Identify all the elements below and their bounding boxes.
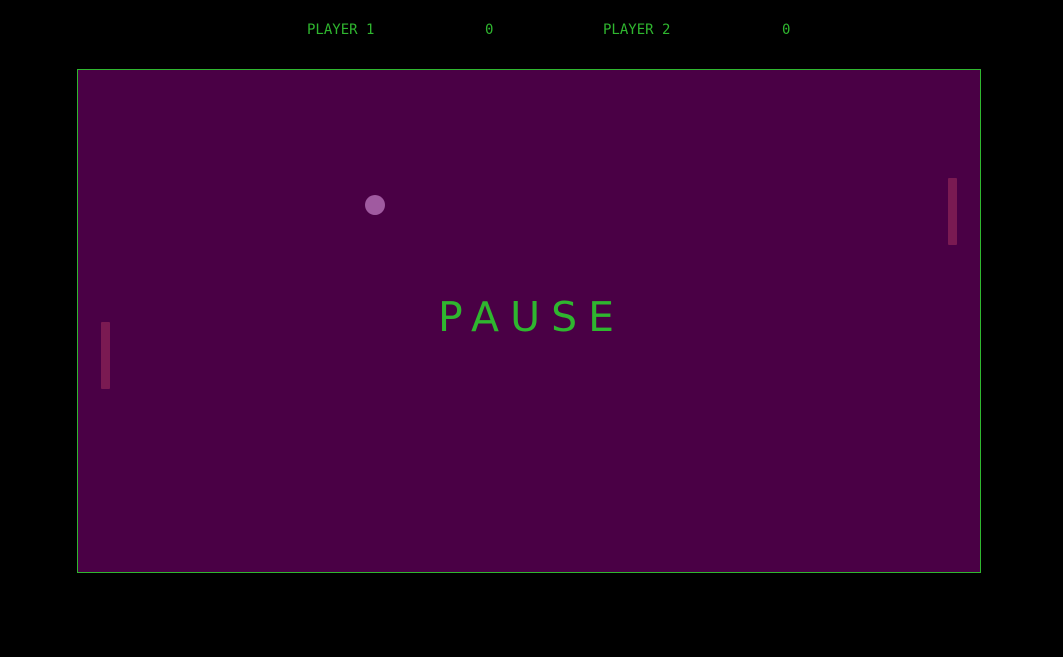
player-1-label: PLAYER 1: [307, 22, 375, 38]
ball: [365, 195, 385, 215]
right-paddle: [948, 178, 957, 245]
game-court[interactable]: PAUSE: [77, 69, 981, 573]
player-2-label: PLAYER 2: [603, 22, 671, 38]
game-screen: PLAYER 1 0 PLAYER 2 0 PAUSE: [0, 0, 1063, 657]
player-2-score: 0: [782, 22, 791, 38]
pause-overlay-text: PAUSE: [437, 293, 626, 341]
player-1-score: 0: [485, 22, 494, 38]
